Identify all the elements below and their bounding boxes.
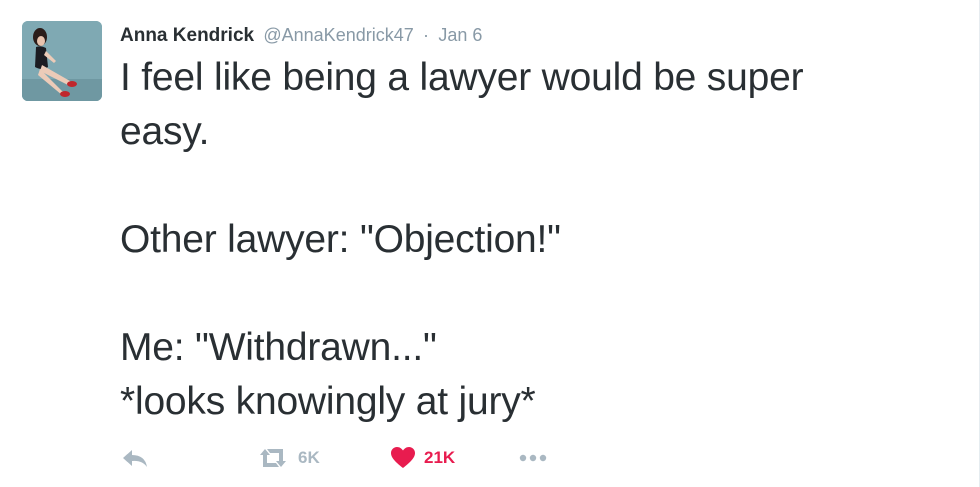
avatar[interactable] <box>22 21 102 101</box>
more-dots-icon <box>519 454 547 462</box>
like-button[interactable]: 21K <box>390 440 455 476</box>
tweet-card[interactable]: Anna Kendrick @AnnaKendrick47 · Jan 6 I … <box>0 0 980 487</box>
retweet-button[interactable]: 6K <box>256 440 320 476</box>
avatar-image <box>22 21 102 101</box>
tweet-header: Anna Kendrick @AnnaKendrick47 · Jan 6 <box>120 22 482 48</box>
tweet-text-line: easy. <box>120 110 210 153</box>
tweet-text-line: Other lawyer: "Objection!" <box>120 218 561 261</box>
more-button[interactable] <box>518 440 548 476</box>
reply-button[interactable] <box>120 440 150 476</box>
tweet-timestamp[interactable]: Jan 6 <box>438 25 482 45</box>
tweet-text-line: I feel like being a lawyer would be supe… <box>120 56 804 99</box>
author-name[interactable]: Anna Kendrick <box>120 25 254 46</box>
reply-icon <box>123 450 147 467</box>
retweet-count: 6K <box>298 448 320 467</box>
tweet-actions: 6K 21K <box>120 440 720 476</box>
header-separator: · <box>423 25 430 45</box>
heart-icon <box>391 447 415 468</box>
tweet-text-line: Me: "Withdrawn..." <box>120 326 437 369</box>
like-count: 21K <box>424 448 456 467</box>
author-username[interactable]: @AnnaKendrick47 <box>263 25 413 45</box>
retweet-icon <box>260 449 286 467</box>
tweet-text-line: *looks knowingly at jury* <box>120 380 536 423</box>
tweet-text: I feel like being a lawyer would be supe… <box>120 51 920 429</box>
